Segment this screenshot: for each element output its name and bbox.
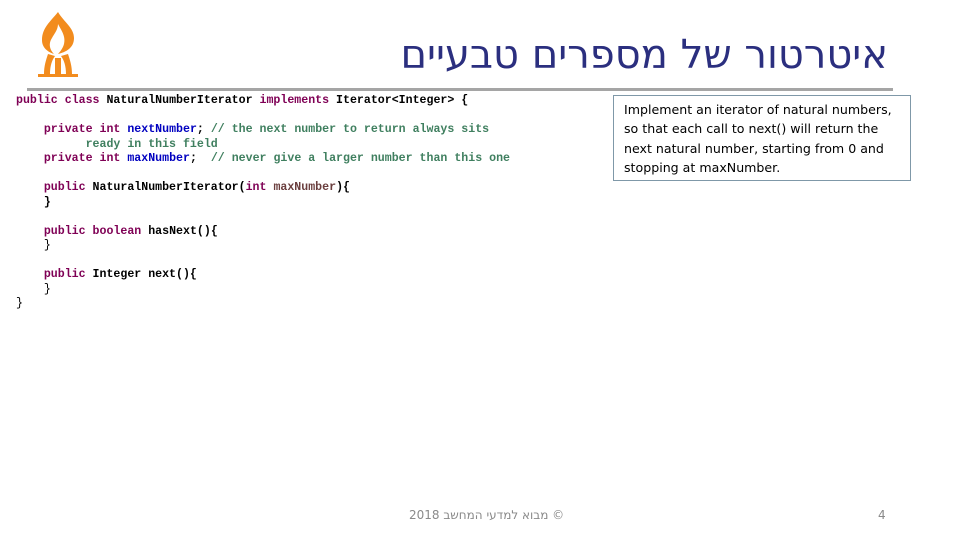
code-line: private int maxNumber; // never give a l… <box>16 152 510 167</box>
code-line: private int nextNumber; // the next numb… <box>16 123 510 138</box>
code-line: public Integer next(){ <box>16 268 510 283</box>
title-divider <box>27 88 893 91</box>
code-line: } <box>16 196 510 211</box>
code-token: maxNumber <box>273 181 337 194</box>
code-token: int <box>245 181 274 194</box>
code-token: } <box>16 297 23 310</box>
code-token: // never give a larger number than this … <box>210 152 510 165</box>
code-line: public boolean hasNext(){ <box>16 225 510 240</box>
code-token: public <box>16 181 93 194</box>
instruction-text: Implement an iterator of natural numbers… <box>624 102 892 175</box>
code-token: private int <box>16 152 128 165</box>
code-token: implements <box>259 94 337 107</box>
code-token: ; <box>196 123 211 136</box>
code-token: public <box>16 268 93 281</box>
code-token: Integer next(){ <box>92 268 197 281</box>
code-token: private int <box>16 123 128 136</box>
instruction-box: Implement an iterator of natural numbers… <box>613 95 911 181</box>
footer-text: מבוא למדעי המחשב 2018 © <box>409 508 565 522</box>
page-number: 4 <box>878 508 886 522</box>
code-token: ; <box>189 152 211 165</box>
code-line: public class NaturalNumberIterator imple… <box>16 94 510 109</box>
code-token: public class <box>16 94 107 107</box>
code-token: NaturalNumberIterator <box>106 94 260 107</box>
code-token: ready in this field <box>16 137 218 151</box>
code-token: } <box>16 239 51 252</box>
code-token: nextNumber <box>127 123 197 136</box>
code-line: } <box>16 283 510 298</box>
code-line: ready in this field <box>16 138 510 153</box>
code-line: } <box>16 297 510 312</box>
code-token: // the next number to return always sits <box>210 123 490 136</box>
university-logo-icon <box>28 8 88 83</box>
code-line: public NaturalNumberIterator(int maxNumb… <box>16 181 510 196</box>
code-token: NaturalNumberIterator( <box>92 181 246 194</box>
code-token: } <box>16 195 51 209</box>
code-token: } <box>16 282 51 296</box>
code-token: maxNumber <box>127 152 190 165</box>
code-token: ){ <box>336 181 350 194</box>
code-token: Iterator<Integer> { <box>336 94 469 107</box>
code-token: hasNext(){ <box>148 224 218 238</box>
code-token: public boolean <box>16 224 149 238</box>
slide-title: איטרטור של מספרים טבעיים <box>400 32 888 78</box>
code-block: public class NaturalNumberIterator imple… <box>16 94 510 312</box>
code-line: } <box>16 239 510 254</box>
